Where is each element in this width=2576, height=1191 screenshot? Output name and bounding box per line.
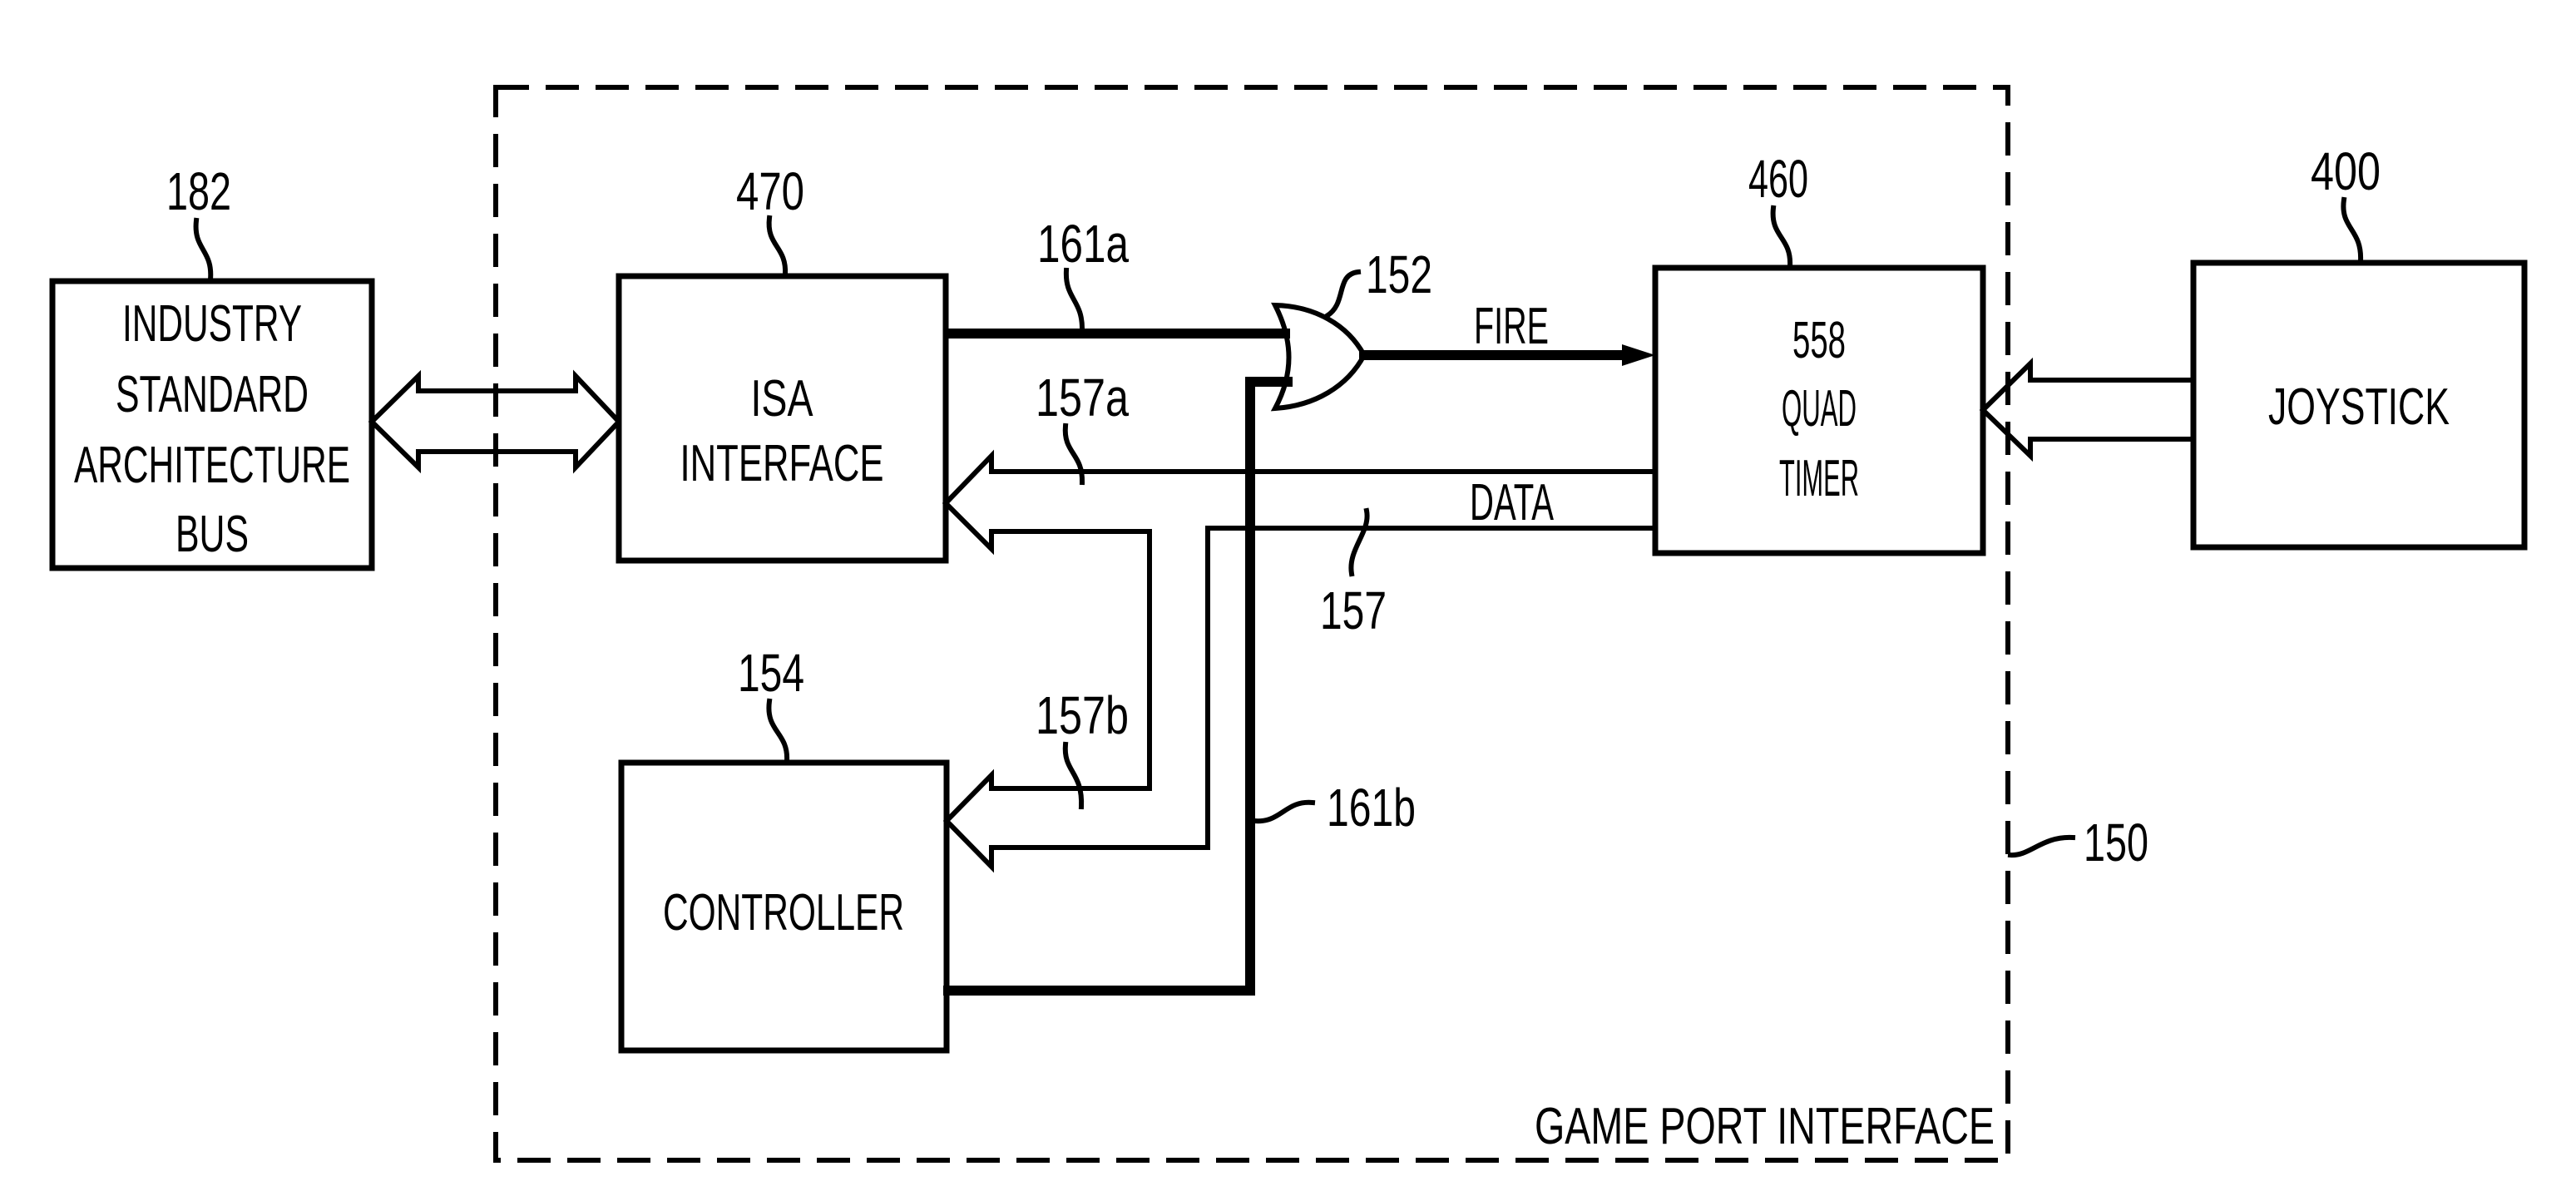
or-gate-ref: 152 — [1366, 245, 1432, 304]
joystick-block: JOYSTICK 400 — [2190, 141, 2528, 551]
data-bus-ref: 157 — [1320, 581, 1387, 640]
or-gate-ref-leader — [1323, 269, 1362, 320]
isa-bus-block: INDUSTRY STANDARD ARCHITECTURE BUS 182 — [49, 161, 375, 571]
isa-bus-label-line-1: INDUSTRY — [122, 295, 302, 353]
isa-interface-ref: 470 — [736, 161, 804, 221]
bus-157b-arrow — [942, 768, 994, 873]
quad-timer-label-line-3: TIMER — [1779, 450, 1859, 507]
line-161a-ref: 161a — [1037, 214, 1129, 274]
joystick-label: JOYSTICK — [2268, 378, 2450, 436]
controller-ref: 154 — [738, 643, 804, 703]
controller-ref-leader — [766, 698, 790, 764]
isa-interface-block: ISA INTERFACE 470 — [616, 161, 949, 564]
data-label: DATA — [1470, 474, 1554, 531]
quad-timer-block: 558 QUAD TIMER 460 — [1652, 149, 1986, 556]
line-161a: 161a — [943, 214, 1290, 339]
container-ref: 150 — [2084, 813, 2148, 872]
or-gate-symbol — [1270, 302, 1367, 412]
isa-bus-label-line-4: BUS — [176, 506, 249, 563]
isa-bus-ref-leader — [193, 217, 214, 283]
bus-157b-ref-leader — [1062, 741, 1085, 810]
bus-157b: 157b — [942, 685, 1129, 873]
joystick-to-timer-bus-arrow — [1979, 357, 2196, 462]
isa-interface-label-line-1: ISA — [751, 370, 813, 427]
line-161b-ref: 161b — [1327, 778, 1416, 838]
controller-block: CONTROLLER 154 — [618, 643, 950, 1054]
or-gate: 152 — [1270, 245, 1432, 412]
isa-bidirectional-bus-arrow — [368, 369, 623, 474]
fire-label: FIRE — [1474, 298, 1549, 355]
container-ref-leader — [2007, 834, 2076, 858]
isa-interface-label-line-2: INTERFACE — [680, 435, 884, 492]
isa-bus-label-line-2: STANDARD — [116, 366, 309, 423]
quad-timer-ref-leader — [1770, 205, 1793, 269]
line-161a-ref-leader — [1063, 267, 1085, 334]
bus-157a-ref: 157a — [1036, 368, 1129, 427]
quad-timer-label-line-2: QUAD — [1782, 380, 1857, 437]
line-161b-ref-leader — [1251, 799, 1316, 824]
isa-bus-ref: 182 — [166, 161, 231, 221]
quad-timer-ref: 460 — [1748, 149, 1808, 209]
container-label: GAME PORT INTERFACE — [1535, 1098, 1995, 1155]
quad-timer-label-line-1: 558 — [1792, 312, 1846, 369]
data-bus-ref-leader — [1348, 507, 1370, 577]
joystick-ref-leader — [2341, 196, 2364, 264]
isa-bus-label-line-3: ARCHITECTURE — [74, 437, 350, 494]
controller-label: CONTROLLER — [663, 884, 904, 941]
bus-157b-ref: 157b — [1036, 685, 1129, 745]
joystick-ref: 400 — [2311, 141, 2381, 201]
isa-interface-ref-leader — [766, 215, 789, 278]
fire-signal: FIRE — [1359, 298, 1655, 366]
fire-arrowhead — [1622, 344, 1655, 366]
game-port-diagram: GAME PORT INTERFACE 150 INDUSTRY STANDAR… — [49, 85, 2528, 1163]
